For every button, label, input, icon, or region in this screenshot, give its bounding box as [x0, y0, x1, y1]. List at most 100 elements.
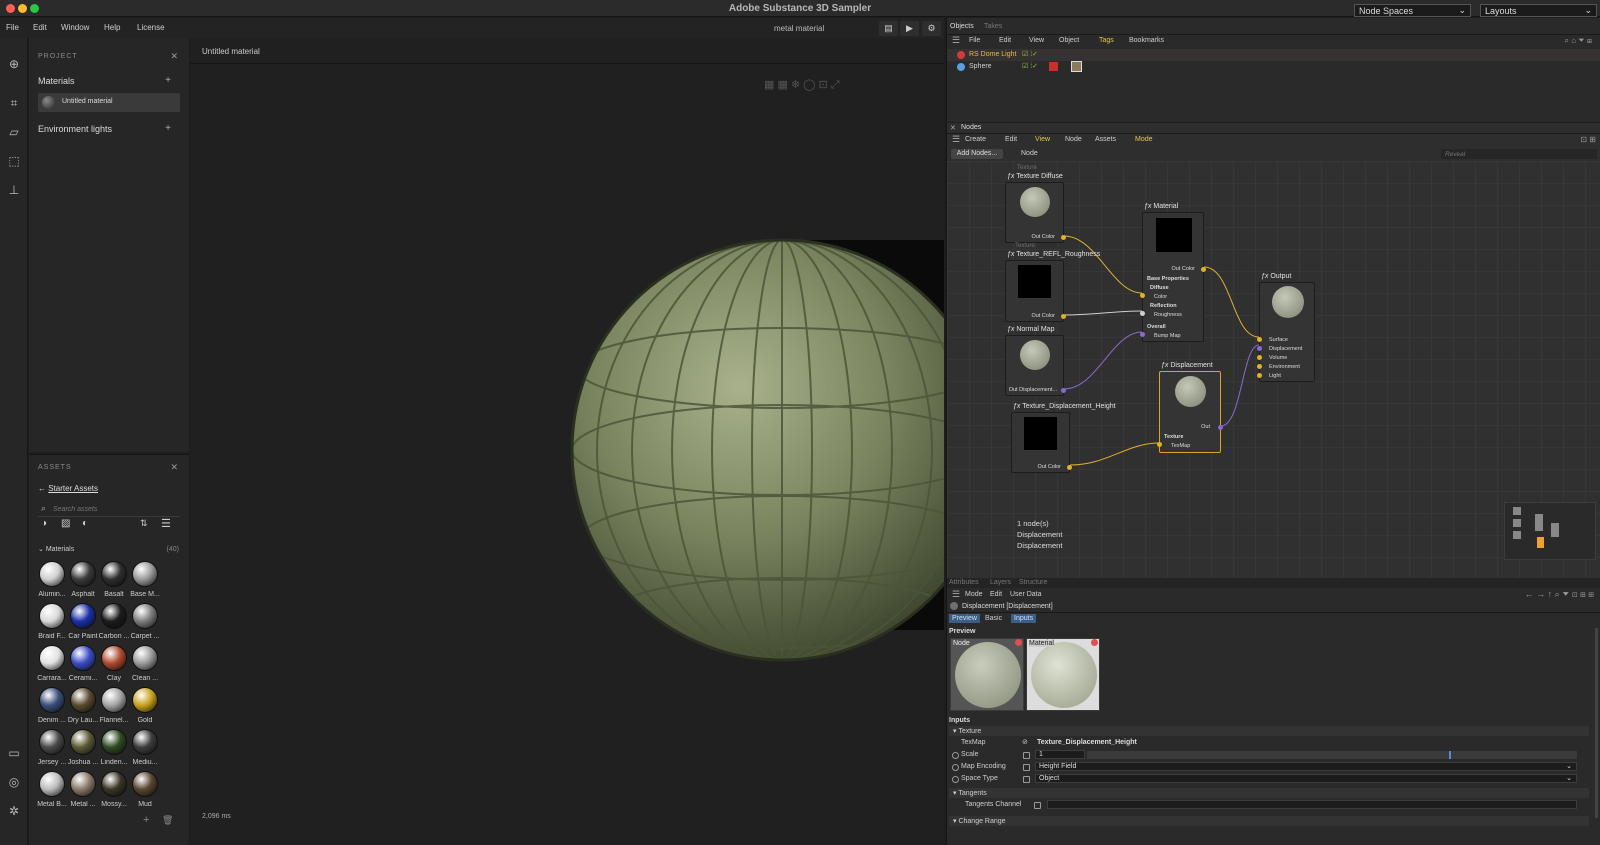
- menu-license[interactable]: License: [137, 23, 165, 32]
- asset-item[interactable]: Joshua ...: [68, 729, 98, 766]
- menu-mode[interactable]: Mode: [965, 591, 983, 598]
- search-input[interactable]: [53, 504, 173, 515]
- slider-handle[interactable]: [1449, 751, 1451, 759]
- nodes-menu-item[interactable]: Assets: [1095, 136, 1116, 143]
- node-material[interactable]: Out Color Base Properties Diffuse Color …: [1140, 212, 1206, 342]
- tab-objects[interactable]: Objects: [950, 23, 974, 30]
- menu-help[interactable]: Help: [104, 23, 120, 32]
- reveal-input[interactable]: [1441, 149, 1597, 159]
- asset-item[interactable]: Mud: [130, 771, 160, 808]
- filter-material-icon[interactable]: ◑: [41, 518, 47, 529]
- filter-environment-icon[interactable]: ◐: [82, 518, 88, 529]
- asset-item[interactable]: Metal ...: [68, 771, 98, 808]
- nodes-menu-item[interactable]: Edit: [1005, 136, 1017, 143]
- node-output[interactable]: Surface Displacement Volume Environment …: [1257, 282, 1315, 382]
- crop-icon[interactable]: ⌗: [6, 95, 22, 111]
- node-texture-diffuse[interactable]: Out Color: [1005, 182, 1066, 243]
- tangents-channel-input[interactable]: [1047, 800, 1577, 809]
- texmap-value[interactable]: Texture_Displacement_Height: [1037, 739, 1137, 746]
- input-port[interactable]: [1140, 311, 1145, 316]
- viewport-tools[interactable]: ▦ ▦ ❄ ◯ ⊡ ⤢: [764, 78, 840, 92]
- change-range-group-header[interactable]: ▾ Change Range: [949, 816, 1589, 826]
- tangents-channel-checkbox[interactable]: [1034, 802, 1041, 809]
- layouts-select[interactable]: Layouts ⌄: [1480, 4, 1597, 17]
- scrollbar[interactable]: [1595, 628, 1598, 818]
- community-icon[interactable]: ◎: [6, 774, 22, 790]
- output-port[interactable]: [1061, 235, 1066, 240]
- input-port[interactable]: [1157, 442, 1162, 447]
- play-icon[interactable]: ▶: [900, 21, 919, 36]
- menu-file[interactable]: File: [6, 23, 19, 32]
- tab-attributes[interactable]: Attributes: [949, 579, 979, 586]
- map-encoding-checkbox[interactable]: [1023, 764, 1030, 771]
- texture-group-header[interactable]: ▾ Texture: [949, 726, 1589, 736]
- nodes-menu-item[interactable]: Node: [1065, 136, 1082, 143]
- tiling-icon[interactable]: ⬚: [6, 153, 22, 169]
- animate-radio[interactable]: [952, 752, 959, 759]
- node-graph-canvas[interactable]: Texture ƒx Texture Diffuse Out Color Tex…: [947, 161, 1600, 578]
- sort-icon[interactable]: ⇅: [140, 518, 148, 529]
- plugin-icon[interactable]: ✲: [6, 803, 22, 819]
- asset-item[interactable]: Carbon ...: [99, 603, 129, 640]
- objects-menu-item[interactable]: Edit: [999, 37, 1011, 44]
- objects-menu-item[interactable]: Tags: [1099, 37, 1114, 44]
- trash-icon[interactable]: 🗑: [162, 815, 173, 826]
- stamp-icon[interactable]: ⊥: [6, 182, 22, 198]
- asset-item[interactable]: Clay: [99, 645, 129, 682]
- close-icon[interactable]: ✕: [950, 124, 956, 132]
- object-tools[interactable]: ⌕ ⌂ ⏷ ⊞: [1565, 36, 1592, 46]
- comment-icon[interactable]: ▭: [6, 745, 22, 761]
- space-type-select[interactable]: Object ⌄: [1035, 774, 1577, 783]
- input-port[interactable]: [1257, 337, 1262, 342]
- output-port[interactable]: [1218, 425, 1223, 430]
- node-displacement[interactable]: Out Texture TexMap: [1157, 371, 1223, 453]
- map-encoding-select[interactable]: Height Field ⌄: [1035, 762, 1577, 771]
- asset-item[interactable]: Braid F...: [37, 603, 67, 640]
- scale-slider[interactable]: [1087, 751, 1577, 759]
- asset-item[interactable]: Metal B...: [37, 771, 67, 808]
- hamburger-icon[interactable]: ☰: [952, 134, 960, 145]
- preview-material-tile[interactable]: Material: [1026, 638, 1100, 711]
- gear-icon[interactable]: ⚙: [922, 21, 941, 36]
- animate-radio[interactable]: [952, 764, 959, 771]
- add-circle-icon[interactable]: ⊕: [6, 56, 22, 72]
- asset-item[interactable]: Base M...: [130, 561, 160, 598]
- menu-window[interactable]: Window: [61, 23, 89, 32]
- perspective-icon[interactable]: ⏥: [6, 124, 22, 140]
- visibility-check-icon[interactable]: ☑ ⁞✓: [1022, 62, 1038, 70]
- viewport[interactable]: Untitled material ▦ ▦ ❄ ◯ ⊡ ⤢ 2,096 ms: [190, 38, 944, 845]
- input-port[interactable]: [1257, 364, 1262, 369]
- node-texture-displacement-height[interactable]: Out Color: [1011, 412, 1072, 473]
- close-icon[interactable]: ✕: [170, 51, 178, 62]
- asset-item[interactable]: Mediu...: [130, 729, 160, 766]
- materials-group-header[interactable]: ⌄ Materials: [38, 545, 74, 553]
- node-spaces-select[interactable]: Node Spaces ⌄: [1354, 4, 1471, 17]
- asset-item[interactable]: Basalt: [99, 561, 129, 598]
- add-environment-button[interactable]: +: [165, 123, 171, 134]
- objects-menu-item[interactable]: File: [969, 37, 980, 44]
- asset-item[interactable]: Mossy...: [99, 771, 129, 808]
- add-material-button[interactable]: +: [165, 75, 171, 86]
- scale-input[interactable]: 1: [1035, 750, 1085, 759]
- link-icon[interactable]: ⊘: [1022, 738, 1028, 746]
- asset-item[interactable]: Gold: [130, 687, 160, 724]
- add-nodes-button[interactable]: Add Nodes...: [951, 149, 1003, 159]
- breadcrumb[interactable]: ← Starter Assets: [38, 484, 98, 493]
- asset-item[interactable]: Jersey ...: [37, 729, 67, 766]
- nodes-menu-item[interactable]: View: [1035, 136, 1050, 143]
- asset-item[interactable]: Flannel...: [99, 687, 129, 724]
- asset-item[interactable]: Car Paint: [68, 603, 98, 640]
- graph-minimap[interactable]: [1504, 502, 1596, 560]
- input-port[interactable]: [1140, 332, 1145, 337]
- asset-item[interactable]: Cerami...: [68, 645, 98, 682]
- asset-item[interactable]: Dry Lau...: [68, 687, 98, 724]
- tab-layers[interactable]: Layers: [990, 579, 1011, 586]
- object-row-dome-light[interactable]: RS Dome Light ☑ ⁞✓: [947, 49, 1600, 61]
- subtab-inputs[interactable]: Inputs: [1011, 614, 1037, 623]
- subtab-basic[interactable]: Basic: [985, 615, 1002, 622]
- add-icon[interactable]: +: [143, 814, 149, 826]
- node-texture-roughness[interactable]: Out Color: [1005, 260, 1066, 322]
- hamburger-icon[interactable]: ☰: [952, 35, 960, 46]
- asset-item[interactable]: Alumin...: [37, 561, 67, 598]
- output-port[interactable]: [1201, 267, 1206, 272]
